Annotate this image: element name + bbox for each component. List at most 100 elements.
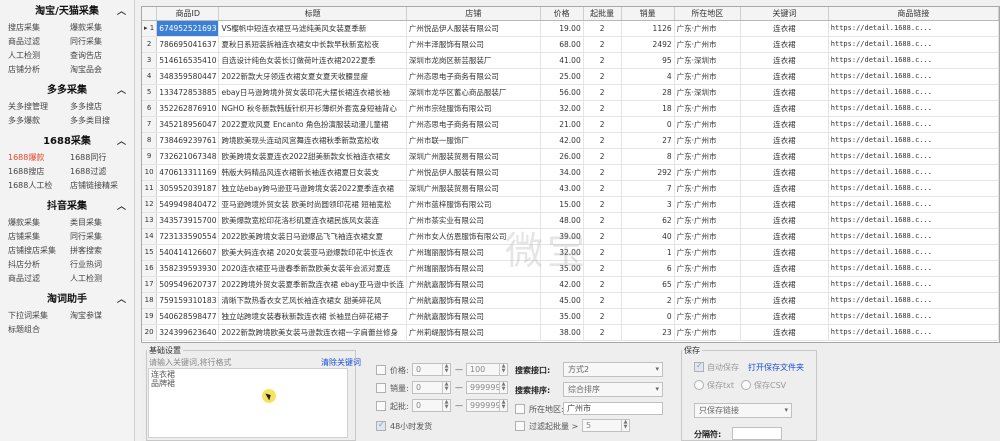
table-cell[interactable]: 35.00 <box>540 308 584 325</box>
table-cell[interactable]: 连衣裙 <box>740 164 829 181</box>
clear-keywords-link[interactable]: 清除关键词 <box>321 357 361 368</box>
table-cell[interactable]: 连衣裙 <box>740 324 829 341</box>
price-max-spinner[interactable]: 100 ▲ ▼ <box>466 363 508 376</box>
row-number[interactable]: 3 <box>142 52 158 69</box>
table-cell[interactable]: 清晰下款热香衣女艺风长袖连衣裙女 甜美碎花风 <box>218 292 407 309</box>
table-cell[interactable]: 广州瑞丽服饰有限公司 <box>406 260 541 277</box>
table-cell[interactable]: 2 <box>583 196 622 213</box>
collapse-chevron-icon[interactable]: ︿ <box>117 82 126 100</box>
spinner-arrows-icon[interactable]: ▲ ▼ <box>621 420 629 431</box>
row-number[interactable]: 20 <box>142 324 158 341</box>
table-cell[interactable]: 广东·广州市 <box>674 228 742 245</box>
table-row[interactable]: 4 348359580447 2022新款大牙领连衣裙女夏女夏天收腰显瘦 广州态思电子… <box>142 68 999 85</box>
table-cell[interactable]: 夏秋日系短装拆袖连衣裙女中长款早秋新宽松夜 <box>218 36 407 53</box>
table-cell[interactable]: 23 <box>621 324 675 341</box>
table-cell[interactable]: https://detail.1688.c... <box>828 52 999 69</box>
table-cell[interactable]: 2 <box>583 244 622 261</box>
sidebar-item[interactable]: 店铺搜店采集 <box>8 244 70 257</box>
sidebar-item[interactable]: 淘宝参谋 <box>70 309 132 322</box>
collapse-chevron-icon[interactable]: ︿ <box>117 291 126 309</box>
table-cell[interactable]: NGHO 秋冬新款韩版针织开衫薄织外套宽身短袖背心 <box>218 100 407 117</box>
table-cell[interactable]: VS樱帆中短连衣裙豆马滤纯美风女装夏季新 <box>218 20 407 37</box>
table-cell[interactable]: 56.00 <box>540 84 584 101</box>
search-sort-select[interactable]: 综合排序 ▾ <box>563 382 663 397</box>
row-number[interactable]: 19 <box>142 308 158 325</box>
table-cell[interactable]: 2022夏欢风夏 Encanto 角色扮演服装动漫儿童裙 <box>218 116 407 133</box>
table-cell[interactable]: 连衣裙 <box>740 292 829 309</box>
table-cell[interactable]: 2 <box>583 260 622 277</box>
sidebar-item[interactable]: 爆款采集 <box>70 21 132 34</box>
table-cell[interactable]: 独立站ebay跨马逊亚马逊跨境女装2022夏季连衣裙 <box>218 180 407 197</box>
table-cell[interactable]: 连衣裙 <box>740 260 829 277</box>
sidebar-item[interactable]: 1688同行 <box>70 151 132 164</box>
table-cell[interactable]: https://detail.1688.c... <box>828 84 999 101</box>
table-row[interactable]: 9 732621067348 欧美跨境女装夏连衣2022甜美新款女长袖连衣裙女 深圳广… <box>142 148 999 165</box>
table-cell[interactable]: https://detail.1688.c... <box>828 116 999 133</box>
sidebar-section-title[interactable]: 抖音采集 ︿ <box>0 198 134 216</box>
table-row[interactable]: 10 470613311169 韩版大码精品风连衣裙新长袖连衣裙夏日女装支 广州悦品伊… <box>142 164 999 181</box>
table-cell[interactable]: 32.00 <box>540 244 584 261</box>
table-cell[interactable]: 34.00 <box>540 164 584 181</box>
table-cell[interactable]: 广州态思电子商务有限公司 <box>406 68 541 85</box>
table-cell[interactable]: 广东·广州市 <box>674 100 742 117</box>
row-number[interactable]: 5 <box>142 84 158 101</box>
table-cell[interactable]: 0 <box>621 308 675 325</box>
table-row[interactable]: 13 343573915700 欧美爆款宽松印花洛杉矶夏连衣裙民族风女装连 广州市茶实… <box>142 212 999 229</box>
column-header[interactable]: 起批量 <box>583 7 622 21</box>
table-row[interactable]: 7 345218956047 2022夏欢风夏 Encanto 角色扮演服装动漫儿童… <box>142 116 999 133</box>
price-min-spinner[interactable]: 0 ▲ ▼ <box>412 363 451 376</box>
table-cell[interactable]: 759159310183 <box>156 292 220 309</box>
row-number[interactable]: 6 <box>142 100 158 117</box>
price-checkbox[interactable] <box>376 365 386 375</box>
row-number[interactable]: 12 <box>142 196 158 213</box>
column-header[interactable]: 商品链接 <box>828 7 999 21</box>
table-cell[interactable]: 305952039187 <box>156 180 220 197</box>
table-cell[interactable]: 42.00 <box>540 276 584 293</box>
table-cell[interactable]: 广东·深圳市 <box>674 84 742 101</box>
table-cell[interactable]: 38.00 <box>540 324 584 341</box>
table-cell[interactable]: 1 <box>621 244 675 261</box>
sidebar-item[interactable]: 同行采集 <box>70 230 132 243</box>
table-cell[interactable]: 自选设计纯色女装长订做荷叶连衣裙2022夏季 <box>218 52 407 69</box>
row-number[interactable]: 4 <box>142 68 158 85</box>
sidebar-item[interactable]: 多多类目搜 <box>70 114 132 127</box>
table-cell[interactable]: https://detail.1688.c... <box>828 20 999 37</box>
table-cell[interactable]: 2022跨境外贸女装夏季新款连衣裙 ebay亚马逊中长连 <box>218 276 407 293</box>
filter-moq-checkbox[interactable] <box>515 421 525 431</box>
table-cell[interactable]: 广州航嘉服饰有限公司 <box>406 292 541 309</box>
table-cell[interactable]: 广东·广州市 <box>674 276 742 293</box>
table-cell[interactable]: 连衣裙 <box>740 244 829 261</box>
table-cell[interactable]: 7 <box>621 180 675 197</box>
spinner-arrows-icon[interactable]: ▲ ▼ <box>499 382 507 393</box>
table-cell[interactable]: 广州市茶实业有限公司 <box>406 212 541 229</box>
table-cell[interactable]: 广东·广州市 <box>674 324 742 341</box>
results-table[interactable]: 商品ID 标题 店铺 价格 起批量 销量 所在地区 关键词 商品链接 ▸ 1 6749525216… <box>141 6 1000 343</box>
table-cell[interactable]: 2 <box>583 52 622 69</box>
table-cell[interactable]: 深圳市龙华区蓄心商品服装厂 <box>406 84 541 101</box>
chevron-down-icon[interactable]: ▾ <box>655 363 659 376</box>
sidebar-item[interactable]: 行业热词 <box>70 258 132 271</box>
column-header[interactable]: 价格 <box>540 7 584 21</box>
table-cell[interactable]: 广州莉缇服饰有限公司 <box>406 324 541 341</box>
row-number[interactable]: 17 <box>142 276 158 293</box>
table-cell[interactable]: 18 <box>621 100 675 117</box>
table-cell[interactable]: 2 <box>583 148 622 165</box>
table-cell[interactable]: 27 <box>621 132 675 149</box>
table-cell[interactable]: 韩版大码精品风连衣裙新长袖连衣裙夏日女装支 <box>218 164 407 181</box>
table-cell[interactable]: 欧美大码连衣裙 2020女装亚马逊爆款印花中长连衣 <box>218 244 407 261</box>
table-cell[interactable]: 连衣裙 <box>740 228 829 245</box>
column-header[interactable]: 标题 <box>218 7 407 21</box>
table-cell[interactable]: 广东·广州市 <box>674 196 742 213</box>
table-row[interactable]: 15 540414126607 欧美大码连衣裙 2020女装亚马逊爆款印花中长连衣广… <box>142 244 999 261</box>
table-cell[interactable]: 广东·深圳市 <box>674 52 742 69</box>
sidebar-item[interactable]: 同行采集 <box>70 35 132 48</box>
keyword-textarea[interactable]: 连衣裙 品牌裙 <box>148 368 348 438</box>
row-number[interactable]: 7 <box>142 116 158 133</box>
sidebar-item[interactable]: 类目采集 <box>70 216 132 229</box>
sidebar-item[interactable]: 抖店分析 <box>8 258 70 271</box>
table-cell[interactable]: https://detail.1688.c... <box>828 100 999 117</box>
table-cell[interactable]: 32.00 <box>540 100 584 117</box>
collapse-chevron-icon[interactable]: ︿ <box>117 133 126 151</box>
sales-checkbox[interactable] <box>376 383 386 393</box>
row-number[interactable]: 13 <box>142 212 158 229</box>
